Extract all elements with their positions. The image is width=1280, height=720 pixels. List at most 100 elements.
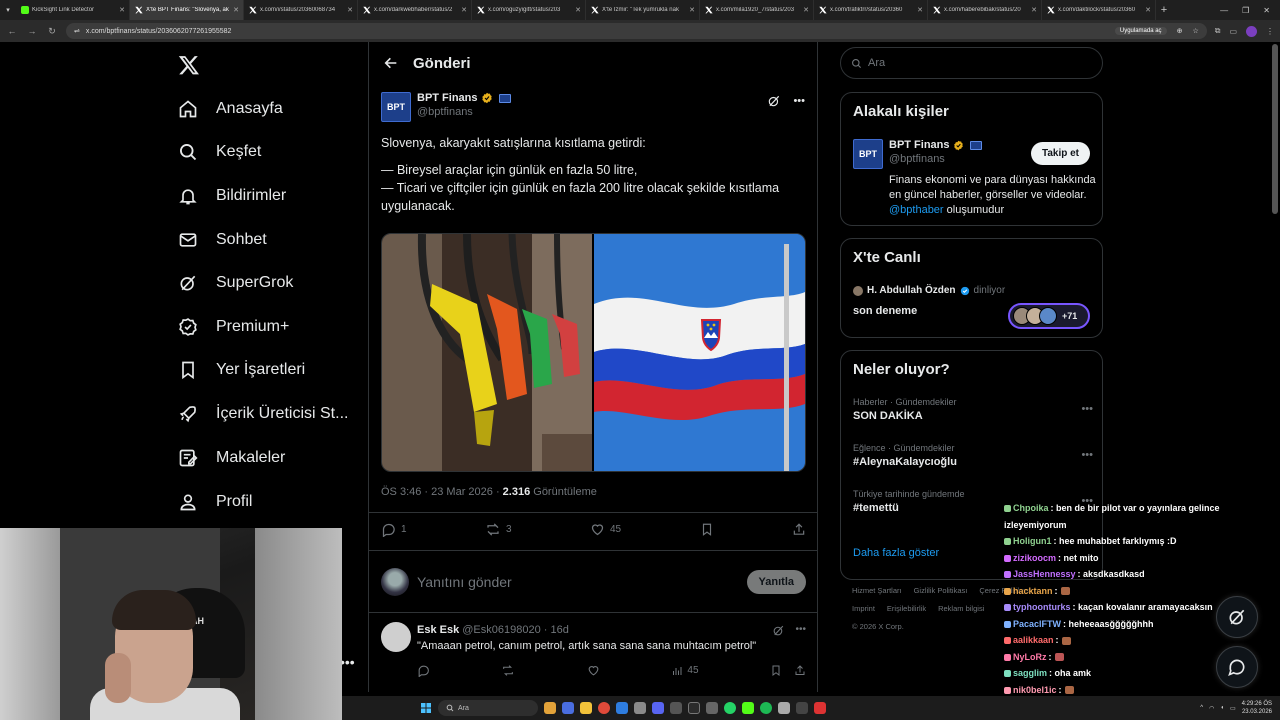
share-button[interactable] [792,522,806,537]
taskbar-app-icon[interactable] [634,702,646,714]
browser-tab-active[interactable]: X'te BPT Finans: "Slovenya, ak ✕ [130,0,244,20]
comment-views[interactable]: 45 [671,664,699,677]
taskbar-app-icon[interactable] [742,702,754,714]
post-media[interactable] [381,233,806,472]
nav-explore[interactable]: Keşfet [178,137,261,167]
footer-link[interactable]: Erişilebilirlik [887,604,926,613]
grok-floating-button[interactable] [1216,596,1258,638]
nav-profile[interactable]: Profil [178,487,252,517]
browser-tab[interactable]: x.com/haberebibak/status/20 ✕ [928,0,1042,20]
grok-icon[interactable] [767,94,781,108]
close-tab-icon[interactable]: ✕ [803,6,809,14]
commenter-handle[interactable]: @Esk06198020 · 16d [462,624,569,636]
fuel-nozzles-image[interactable] [382,234,593,471]
search-input[interactable]: Ara [840,47,1103,79]
zoom-icon[interactable]: ⊕ [1177,27,1183,35]
like-button[interactable]: 45 [590,522,621,537]
more-options-icon[interactable]: ••• [793,95,805,107]
taskbar-app-icon[interactable] [706,702,718,714]
footer-link[interactable]: Hizmet Şartları [852,586,902,595]
browser-tab[interactable]: X'te İzmir: "Tek yumrukla nak ✕ [586,0,700,20]
chat-username[interactable]: JassHennessy [1013,569,1076,579]
slovenia-flag-image[interactable] [594,234,805,471]
nav-home[interactable]: Anasayfa [178,94,283,124]
suggested-account[interactable]: BPT Finans @bptfinans [889,139,982,165]
restore-icon[interactable]: ❐ [1242,6,1249,15]
trend-item[interactable]: Eğlence · Gündemdekiler #AleynaKalaycıoğ… [853,443,1093,468]
extensions-icon[interactable]: ⧉ [1215,26,1221,36]
network-icon[interactable]: ◠ [1209,705,1214,712]
site-info-icon[interactable]: ⇌ [74,27,80,35]
forward-nav-icon[interactable]: → [26,26,38,36]
close-tab-icon[interactable]: ✕ [461,6,467,14]
commenter-avatar[interactable] [381,622,411,652]
tray-chevron-icon[interactable]: ^ [1200,705,1203,711]
my-avatar[interactable] [381,568,409,596]
chat-username[interactable]: nik0bel1ic [1013,685,1057,695]
show-more-link[interactable]: Daha fazla göster [853,547,939,559]
close-tab-icon[interactable]: ✕ [233,6,239,14]
nav-supergrok[interactable]: SuperGrok [178,268,293,298]
share-icon[interactable] [794,664,806,677]
taskbar-discord-icon[interactable] [652,702,664,714]
heart-icon[interactable] [587,664,600,677]
taskbar-spotify-icon[interactable] [760,702,772,714]
back-nav-icon[interactable]: ← [6,26,18,36]
taskbar-app-icon[interactable] [580,702,592,714]
taskbar-app-icon[interactable] [778,702,790,714]
browser-tab[interactable]: KickSight Link Detector ✕ [16,0,130,20]
taskbar-app-icon[interactable] [562,702,574,714]
volume-icon[interactable]: ◖ [1220,705,1224,711]
chat-username[interactable]: Holigun1 [1013,536,1052,546]
suggested-avatar[interactable]: BPT [853,139,883,169]
close-tab-icon[interactable]: ✕ [1145,6,1151,14]
taskbar-search[interactable]: Ara [438,700,538,716]
taskbar-app-icon[interactable] [796,702,808,714]
post-timestamp[interactable]: ÖS 3:46 · 23 Mar 2026 · [381,486,503,498]
author-handle[interactable]: @bptfinans [417,106,511,118]
browser-tab[interactable]: x.com/trafiktrr/status/20360 ✕ [814,0,928,20]
more-options-icon[interactable]: ••• [795,624,806,637]
x-logo-icon[interactable] [178,54,200,76]
taskbar-whatsapp-icon[interactable] [724,702,736,714]
chat-username[interactable]: NyLoRz [1013,652,1047,662]
nav-premium[interactable]: Premium+ [178,312,289,342]
reply-icon[interactable] [417,664,430,677]
back-button[interactable] [369,55,413,71]
address-bar[interactable]: ⇌ x.com/bptfinans/status/203606207726195… [66,23,1207,39]
bio-link[interactable]: @bpthaber [889,204,944,216]
browser-tab[interactable]: x.com/daktilock/status/20360 ✕ [1042,0,1156,20]
chat-username[interactable]: Chpoika [1013,503,1049,513]
chat-username[interactable]: typhoonturks [1013,602,1071,612]
reply-button[interactable]: 1 [381,522,407,537]
footer-link[interactable]: Reklam bilgisi [938,604,984,613]
nav-articles[interactable]: Makaleler [178,443,285,473]
windows-start-icon[interactable] [420,702,432,714]
taskbar-clock[interactable]: 4:29:26 ÖS 23.03.2026 [1242,700,1272,716]
footer-link[interactable]: Gizlilik Politikası [914,586,968,595]
repost-icon[interactable] [501,664,515,677]
chat-username[interactable]: hacktann [1013,586,1053,596]
minimize-icon[interactable]: — [1220,6,1228,15]
browser-tab[interactable]: x.com/i/status/20360068734 ✕ [244,0,358,20]
tab-search-menu[interactable]: ▾ [0,0,16,20]
sidebar-icon[interactable]: ▭ [1229,27,1237,36]
taskbar-app-icon[interactable] [670,702,682,714]
nav-creator-studio[interactable]: İçerik Üreticisi St... [178,399,348,429]
close-tab-icon[interactable]: ✕ [347,6,353,14]
close-tab-icon[interactable]: ✕ [917,6,923,14]
bookmark-star-icon[interactable]: ☆ [1192,27,1198,35]
profile-avatar[interactable] [1246,25,1257,37]
browser-tab[interactable]: x.com/mila1920_7/status/203 ✕ [700,0,814,20]
nav-bookmarks[interactable]: Yer İşaretleri [178,355,305,385]
close-tab-icon[interactable]: ✕ [575,6,581,14]
follow-button[interactable]: Takip et [1030,142,1090,165]
footer-link[interactable]: Imprint [852,604,875,613]
taskbar-app-icon[interactable] [688,702,700,714]
more-options-icon[interactable]: ••• [1081,449,1093,461]
repost-button[interactable]: 3 [485,522,512,537]
chat-username[interactable]: PacaclFTW [1013,619,1061,629]
bookmark-button[interactable] [700,522,714,537]
browser-tab[interactable]: x.com/darkwebhaber/status/2 ✕ [358,0,472,20]
account-menu-icon[interactable]: ••• [340,654,355,670]
